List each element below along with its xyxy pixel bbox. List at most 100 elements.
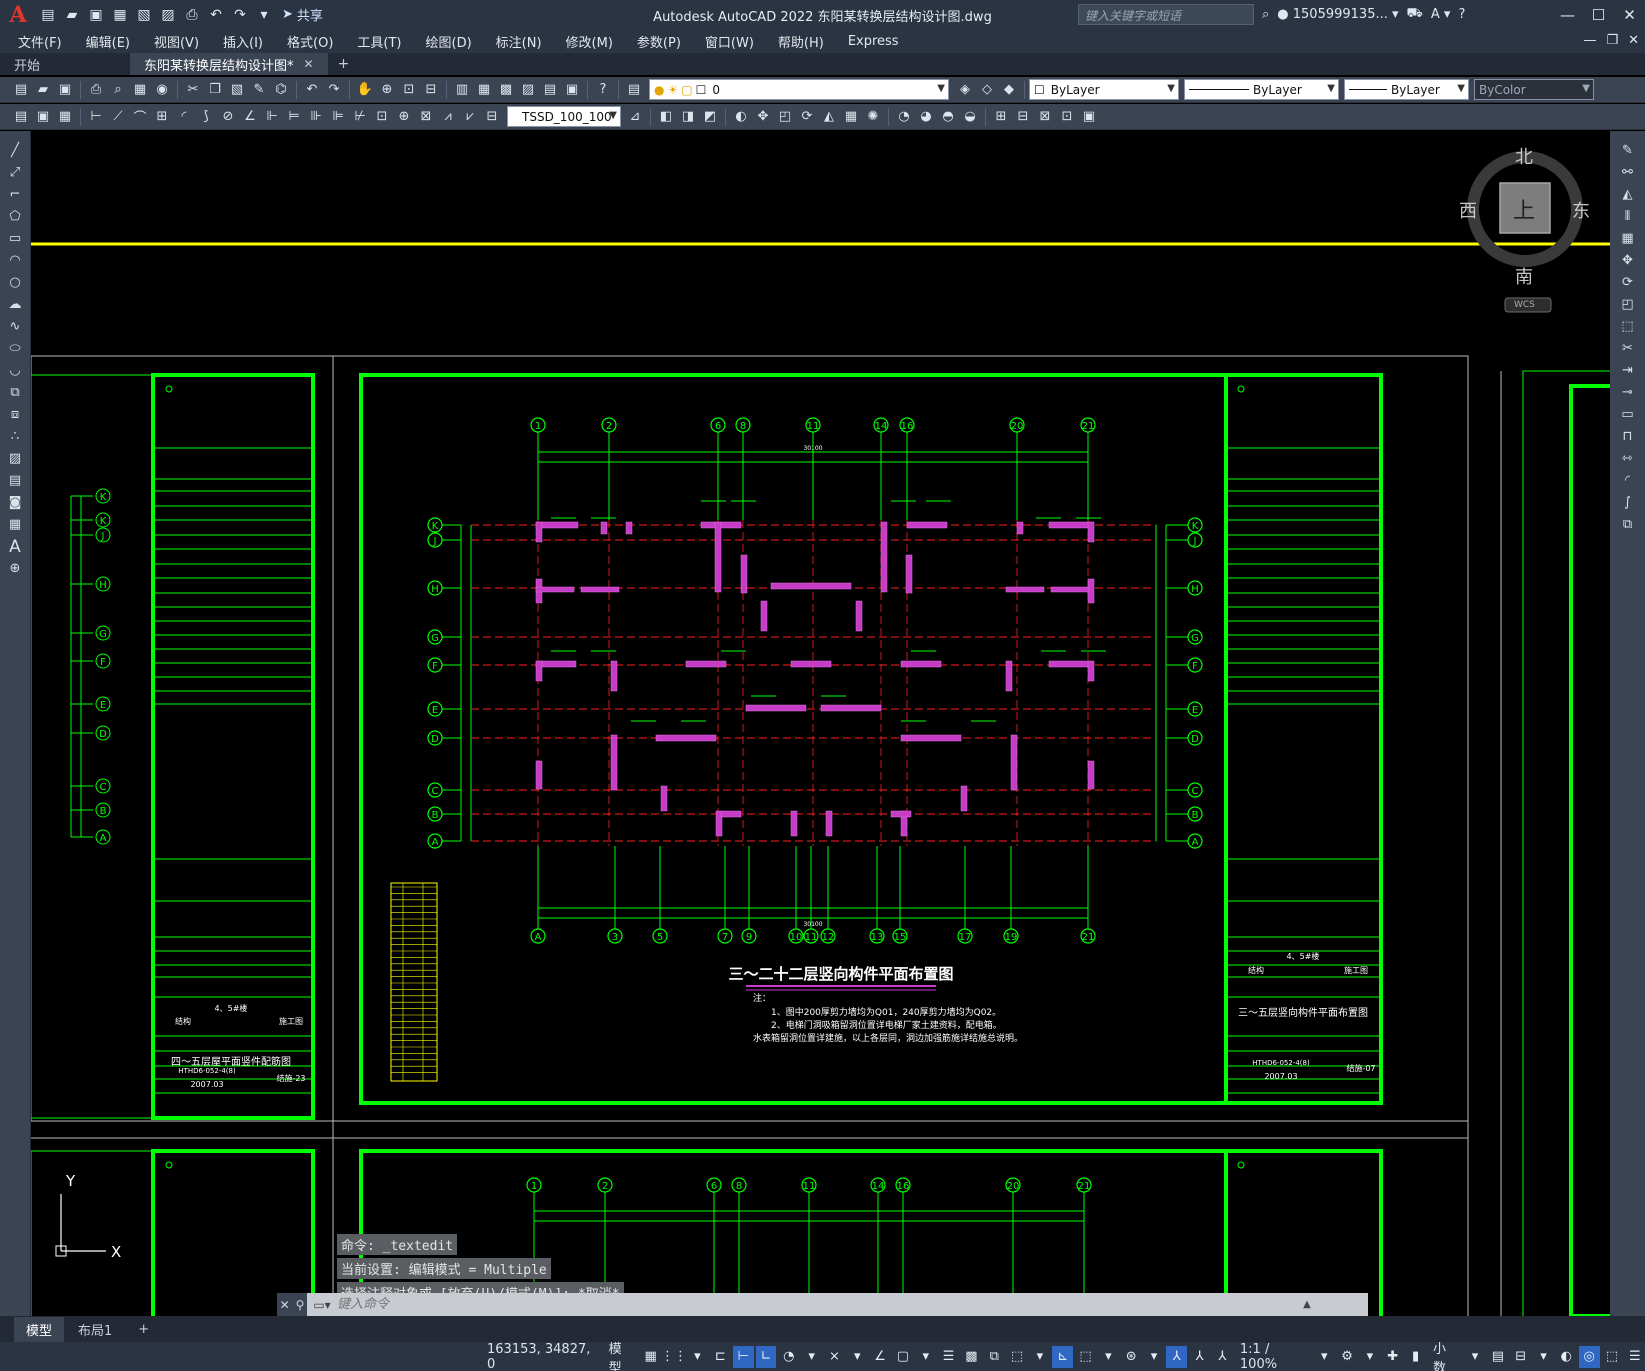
doc-close-icon[interactable]: ✕ (1628, 33, 1639, 48)
blend-curves-icon[interactable]: ∫ (1618, 493, 1638, 512)
menu-format[interactable]: 格式(O) (275, 32, 345, 51)
tab-model[interactable]: 模型 (14, 1316, 65, 1342)
transparency-icon[interactable]: ▩ (961, 1346, 982, 1368)
search-icon[interactable]: ⌕ (1262, 7, 1269, 22)
tssd-layer-icon[interactable]: ▦ (55, 107, 75, 127)
gizmo-icon[interactable]: ⊛ (1121, 1346, 1142, 1368)
command-prompt-icon[interactable]: ▭▾ (307, 1293, 337, 1316)
chevron-down-icon[interactable]: ▾ (1360, 1346, 1381, 1368)
object-snap-icon[interactable]: ▢ (892, 1346, 913, 1368)
fillet-icon[interactable]: ◜ (1618, 471, 1638, 490)
viewcube-east[interactable]: 东 (1572, 197, 1590, 223)
menu-express[interactable]: Express (836, 34, 911, 49)
tab-layout1[interactable]: 布局1 (66, 1317, 124, 1342)
dim-break-icon[interactable]: ⊬ (350, 107, 370, 127)
lights-icon[interactable]: ◓ (938, 107, 958, 127)
block-editor-icon[interactable]: ⌬ (271, 80, 291, 100)
annotation-monitor-icon[interactable]: ✚ (1382, 1346, 1403, 1368)
chamfer-icon[interactable]: ⇿ (1618, 449, 1638, 468)
polygon-icon[interactable]: ⬠ (5, 207, 25, 226)
radius-dim-icon[interactable]: ◜ (174, 107, 194, 127)
chevron-down-icon[interactable]: ▾ (1029, 1346, 1050, 1368)
new-file-icon[interactable]: ▤ (37, 4, 59, 26)
cart-icon[interactable]: ⛟ (1407, 6, 1423, 23)
dim-text-edit-icon[interactable]: ⊟ (482, 107, 502, 127)
help-icon[interactable]: ? (593, 80, 613, 100)
tab-close-icon[interactable]: ✕ (304, 57, 314, 71)
break-icon[interactable]: ▭ (1618, 405, 1638, 424)
join-icon[interactable]: ⊓ (1618, 427, 1638, 446)
explode-icon[interactable]: ⧉ (1618, 515, 1638, 534)
ellipse-icon[interactable]: ⬭ (5, 339, 25, 358)
publish-icon[interactable]: ▦ (130, 80, 150, 100)
units-readout[interactable]: 小数 (1428, 1342, 1463, 1371)
viewcube-top-face[interactable]: 上 (1513, 193, 1535, 225)
clean-screen-icon[interactable]: ⬚ (1602, 1346, 1623, 1368)
match-properties-icon[interactable]: ✎ (249, 80, 269, 100)
add-selected-icon[interactable]: ⊕ (5, 559, 25, 578)
image-icon[interactable]: ▣ (1079, 107, 1099, 127)
menu-insert[interactable]: 插入(I) (211, 32, 275, 51)
materials-icon[interactable]: ◕ (916, 107, 936, 127)
viewcube-south[interactable]: 南 (1515, 263, 1533, 289)
ucs-previous-icon[interactable]: ◩ (700, 107, 720, 127)
lineweight-icon[interactable]: ☰ (938, 1346, 959, 1368)
copy-icon[interactable]: ❐ (205, 80, 225, 100)
plotstyle-dropdown[interactable]: ByColor ▼ (1474, 79, 1594, 100)
ortho-icon[interactable]: ∟ (755, 1345, 777, 1368)
xref-icon[interactable]: ⊡ (1057, 107, 1077, 127)
viewcube[interactable]: 北 南 西 东 上 WCS (1455, 145, 1625, 325)
trim-icon[interactable]: ✂ (1618, 339, 1638, 358)
doc-restore-icon[interactable]: ❐ (1606, 33, 1618, 48)
user-account[interactable]: ● 1505999135... ▾ (1277, 7, 1398, 22)
add-layout-button[interactable]: + (126, 1319, 161, 1340)
help-icon[interactable]: ? (1458, 7, 1465, 22)
ucs-icon[interactable]: ◧ (656, 107, 676, 127)
undo-icon[interactable]: ↶ (302, 80, 322, 100)
text-style-dropdown[interactable]: TSSD_100_100 ▼ (507, 106, 621, 127)
quick-dim-icon[interactable]: ⊩ (262, 107, 282, 127)
chevron-down-icon[interactable]: ▾ (1465, 1346, 1486, 1368)
menu-draw[interactable]: 绘图(D) (414, 32, 484, 51)
orbit-icon[interactable]: ◐ (731, 107, 751, 127)
chevron-down-icon[interactable]: ▾ (847, 1346, 868, 1368)
gradient-icon[interactable]: ▤ (5, 471, 25, 490)
table-icon[interactable]: ▦ (5, 515, 25, 534)
attribute-icon[interactable]: ⊠ (1035, 107, 1055, 127)
maximize-icon[interactable]: ☐ (1583, 0, 1614, 29)
menu-help[interactable]: 帮助(H) (766, 32, 836, 51)
paste-icon[interactable]: ▧ (227, 80, 247, 100)
chevron-down-icon[interactable]: ▾ (687, 1346, 708, 1368)
tssd-edit-icon[interactable]: ▣ (33, 107, 53, 127)
dynamic-ucs-icon[interactable]: ⊾ (1052, 1345, 1074, 1368)
viewcube-north[interactable]: 北 (1515, 143, 1533, 169)
selection-filter-icon[interactable]: ⬚ (1075, 1346, 1096, 1368)
share-button[interactable]: ➤ 共享 (282, 5, 323, 24)
drawing-canvas[interactable]: 四～五层屋平面竖件配筋图 HTHD6-052-4(8) 2007.03 结施-2… (31, 131, 1610, 1316)
linetype-dropdown[interactable]: ByLayer ▼ (1184, 79, 1339, 100)
baseline-dim-icon[interactable]: ⊨ (284, 107, 304, 127)
workspace-gear-icon[interactable]: ⚙ (1337, 1346, 1358, 1368)
command-line-grip[interactable]: ✕ ⚲ (277, 1293, 307, 1316)
infer-constraints-icon[interactable]: ⊏ (710, 1346, 731, 1368)
color-dropdown[interactable]: ☐ ByLayer ▼ (1029, 79, 1179, 100)
chevron-down-icon[interactable]: ▾ (1144, 1346, 1165, 1368)
save-as-icon[interactable]: ▦ (109, 4, 131, 26)
properties-icon[interactable]: ▥ (452, 80, 472, 100)
ucs-world-icon[interactable]: ◨ (678, 107, 698, 127)
polyline-icon[interactable]: ⌐ (5, 185, 25, 204)
jogged-linear-icon[interactable]: ⩘ (438, 107, 458, 127)
tolerance-icon[interactable]: ⊡ (372, 107, 392, 127)
design-center-icon[interactable]: ▦ (474, 80, 494, 100)
autodesk-a360-icon[interactable]: A ▾ (1431, 7, 1451, 22)
customization-icon[interactable]: ☰ (1624, 1346, 1645, 1368)
cut-icon[interactable]: ✂ (183, 80, 203, 100)
save-icon[interactable]: ▣ (55, 80, 75, 100)
annotation-scale-readout[interactable]: 1:1 / 100% (1235, 1342, 1312, 1371)
circle-icon[interactable]: ○ (5, 273, 25, 292)
viewcube-west[interactable]: 西 (1459, 197, 1477, 223)
lineweight-dropdown[interactable]: ByLayer ▼ (1344, 79, 1469, 100)
scale-icon[interactable]: ◰ (775, 107, 795, 127)
search-input[interactable]: 键入关键字或短语 (1078, 4, 1254, 25)
array-icon[interactable]: ▦ (841, 107, 861, 127)
